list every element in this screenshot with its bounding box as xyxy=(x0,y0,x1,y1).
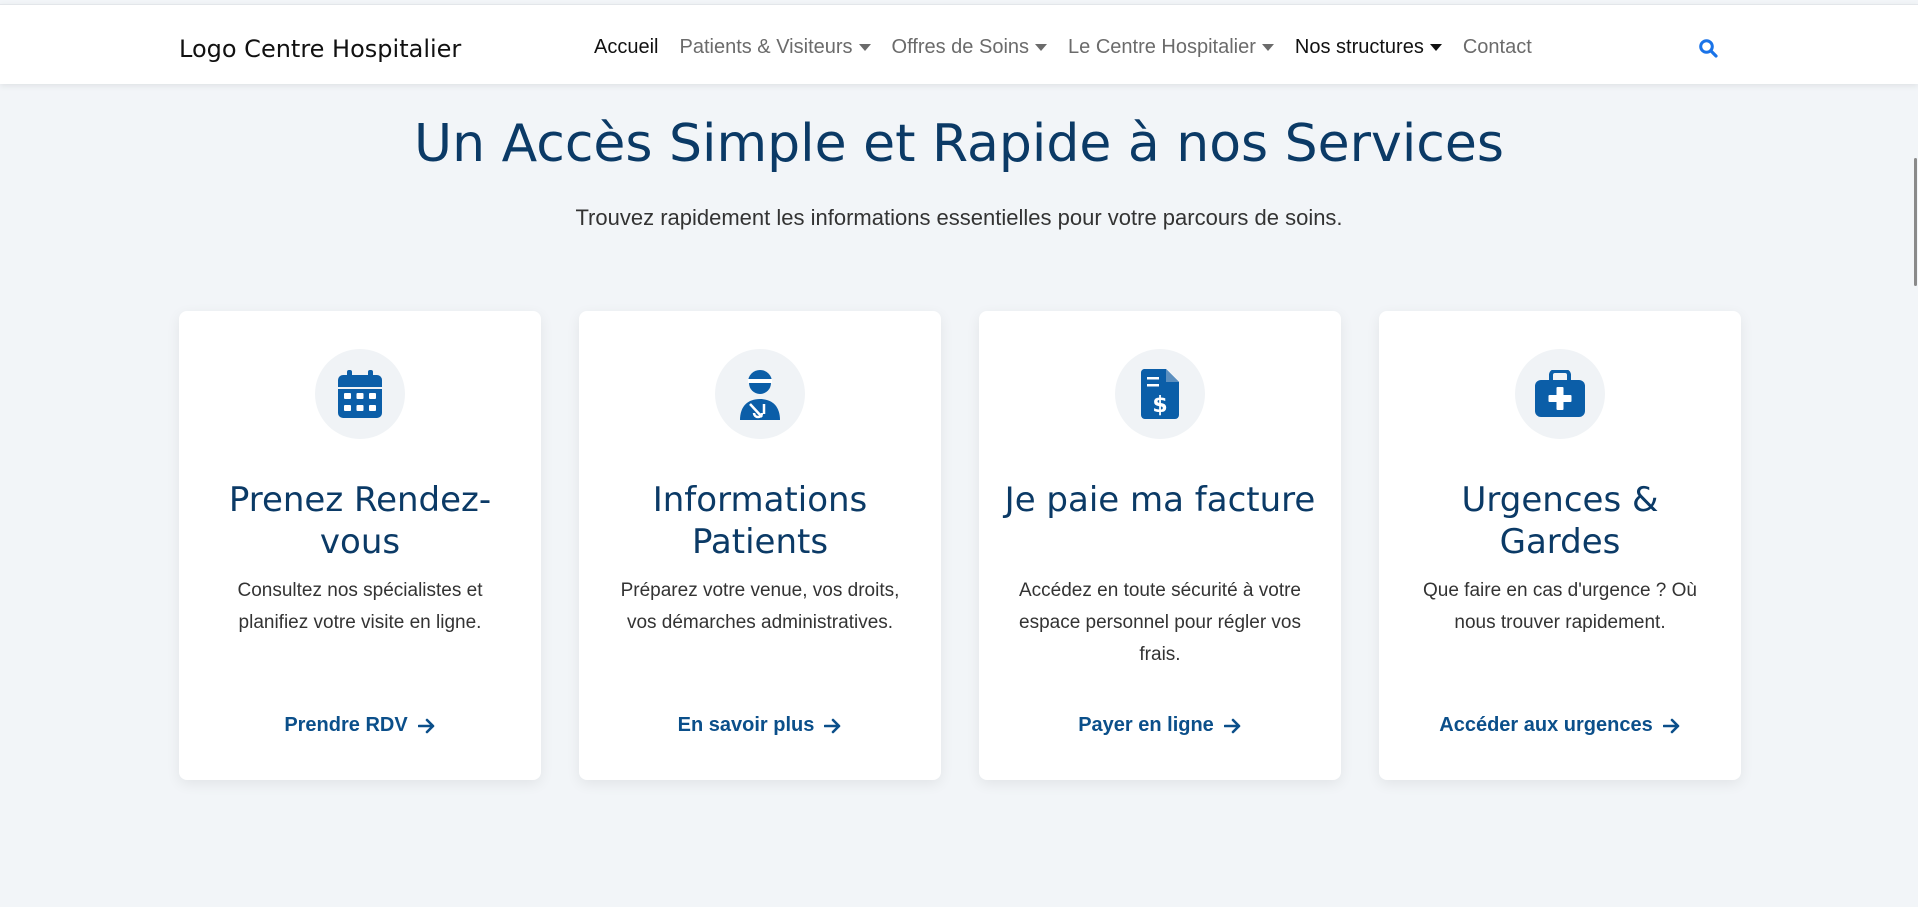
card-link-label: En savoir plus xyxy=(677,714,815,736)
card-title: Je paie ma facture xyxy=(1004,480,1316,520)
search-icon[interactable] xyxy=(1698,38,1720,60)
nav-item-label: Accueil xyxy=(594,36,659,58)
nav-item-label: Offres de Soins xyxy=(891,36,1030,58)
page-subtitle: Trouvez rapidement les informations esse… xyxy=(575,205,1343,230)
prendre-rdv-link[interactable]: Prendre RDV xyxy=(179,714,541,737)
site-logo[interactable]: Logo Centre Hospitalier xyxy=(179,35,461,63)
nav-item-accueil[interactable]: Accueil xyxy=(594,36,658,59)
arrow-right-icon xyxy=(824,718,842,734)
caret-down-icon xyxy=(1261,44,1274,51)
nav-item-label: Contact xyxy=(1462,36,1532,58)
nav-item-label: Le Centre Hospitalier xyxy=(1068,36,1256,58)
card-link-label: Prendre RDV xyxy=(284,714,408,736)
invoice-icon: $ xyxy=(1115,349,1205,439)
payer-en-ligne-link[interactable]: Payer en ligne xyxy=(979,714,1341,737)
card-description: Préparez votre venue, vos droits, vos dé… xyxy=(620,580,900,633)
card-description: Que faire en cas d'urgence ? Où nous tro… xyxy=(1422,580,1697,633)
main-nav: Accueil Patients & Visiteurs Offres de S… xyxy=(594,36,1553,59)
nav-item-offres-de-soins[interactable]: Offres de Soins xyxy=(891,36,1048,59)
caret-down-icon xyxy=(858,44,871,51)
nav-item-patients-visiteurs[interactable]: Patients & Visiteurs xyxy=(679,36,871,59)
medical-kit-icon xyxy=(1515,349,1605,439)
nav-item-label: Patients & Visiteurs xyxy=(679,36,853,58)
nav-item-contact[interactable]: Contact xyxy=(1463,36,1532,59)
calendar-icon xyxy=(315,349,405,439)
caret-down-icon xyxy=(1429,44,1442,51)
caret-down-icon xyxy=(1035,44,1048,51)
card-title: Urgences & Gardes xyxy=(1461,480,1659,562)
arrow-right-icon xyxy=(417,718,436,734)
service-card-facture: $ Je paie ma facture Accédez en toute sé… xyxy=(979,311,1341,780)
arrow-right-icon xyxy=(1662,718,1681,734)
en-savoir-plus-link[interactable]: En savoir plus xyxy=(579,714,941,737)
arrow-right-icon xyxy=(1223,718,1242,734)
svg-text:$: $ xyxy=(1152,393,1167,418)
service-card-urgences: Urgences & Gardes Que faire en cas d'urg… xyxy=(1379,311,1741,780)
page-title: Un Accès Simple et Rapide à nos Services xyxy=(414,114,1504,174)
card-link-label: Payer en ligne xyxy=(1078,714,1214,736)
service-card-rendez-vous: Prenez Rendez-vous Consultez nos spécial… xyxy=(179,311,541,780)
acceder-aux-urgences-link[interactable]: Accéder aux urgences xyxy=(1379,714,1741,737)
card-link-label: Accéder aux urgences xyxy=(1439,714,1653,736)
nav-item-label: Nos structures xyxy=(1294,36,1424,58)
card-description: Accédez en toute sécurité à votre espace… xyxy=(1019,580,1302,665)
patient-icon xyxy=(715,349,805,439)
card-title: Prenez Rendez-vous xyxy=(228,480,492,562)
service-card-informations-patients: Informations Patients Préparez votre ven… xyxy=(579,311,941,780)
card-title: Informations Patients xyxy=(652,480,868,562)
nav-item-nos-structures[interactable]: Nos structures xyxy=(1295,36,1442,59)
nav-item-centre-hospitalier[interactable]: Le Centre Hospitalier xyxy=(1068,36,1274,59)
navbar: Logo Centre Hospitalier Accueil Patients… xyxy=(0,4,1918,84)
card-description: Consultez nos spécialistes et planifiez … xyxy=(237,580,483,633)
